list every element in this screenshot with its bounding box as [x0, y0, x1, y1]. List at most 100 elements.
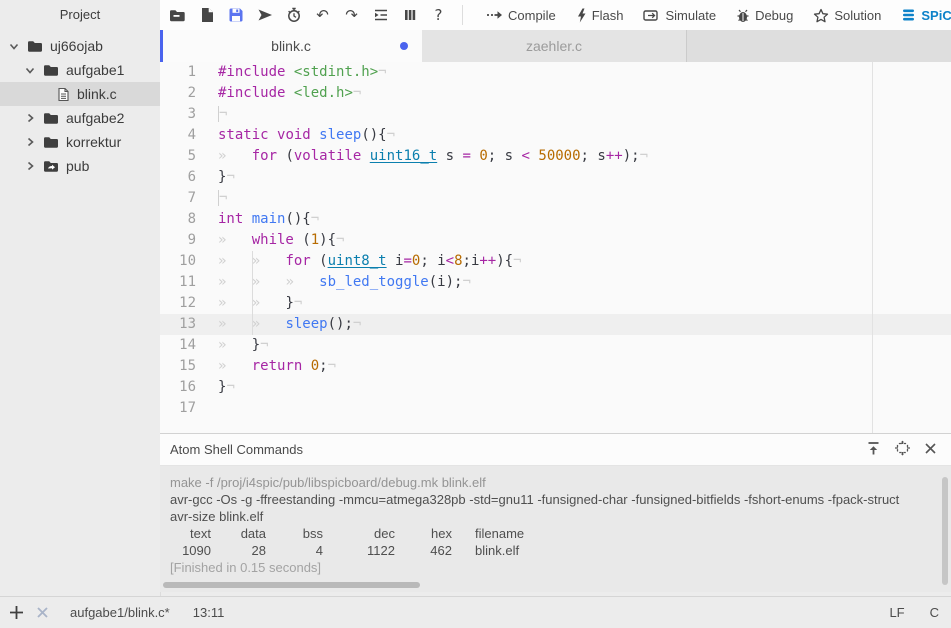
code-line[interactable]: 9» while (1){¬: [160, 230, 951, 251]
code-line[interactable]: 10 » » for (uint8_t i=0; i<8;i++){¬: [160, 251, 951, 272]
tab-label: blink.c: [271, 38, 311, 54]
code-token: <: [522, 148, 530, 164]
debug-button[interactable]: Debug: [736, 8, 793, 23]
code-line[interactable]: 8int main(){¬: [160, 209, 951, 230]
code-text: » » }¬: [218, 293, 302, 314]
close-terminal-button[interactable]: [35, 605, 50, 620]
code-token: ;i: [463, 253, 480, 269]
line-number[interactable]: 7: [160, 188, 196, 209]
line-number[interactable]: 16: [160, 377, 196, 398]
code-line[interactable]: 12 » » }¬: [160, 293, 951, 314]
columns-button[interactable]: [401, 6, 418, 24]
line-number[interactable]: 13: [160, 314, 196, 335]
code-line[interactable]: 15» return 0;¬: [160, 356, 951, 377]
line-number[interactable]: 10: [160, 251, 196, 272]
tree-item-uj66ojab[interactable]: uj66ojab: [0, 34, 160, 58]
tree-item-aufgabe1[interactable]: aufgabe1: [0, 58, 160, 82]
line-number[interactable]: 5: [160, 146, 196, 167]
code-line[interactable]: 13» » sleep();¬: [160, 314, 951, 335]
debug-icon: [736, 8, 750, 23]
help-button[interactable]: ?: [430, 6, 447, 24]
code-token: ; i: [420, 253, 445, 269]
code-line[interactable]: 17: [160, 398, 951, 419]
line-number[interactable]: 1: [160, 62, 196, 83]
code-token: ¬: [353, 85, 361, 101]
line-number[interactable]: 15: [160, 356, 196, 377]
code-line[interactable]: 4static void sleep(){¬: [160, 125, 951, 146]
line-number[interactable]: 11: [160, 272, 196, 293]
indent-button[interactable]: [372, 6, 389, 24]
run-button[interactable]: [256, 6, 273, 24]
new-file-button[interactable]: [198, 6, 215, 24]
simulate-button[interactable]: Simulate: [643, 8, 716, 23]
code-token: #include: [218, 85, 285, 101]
undo-button[interactable]: ↶: [314, 6, 331, 24]
horizontal-scrollbar[interactable]: [163, 582, 420, 588]
current-file-path[interactable]: aufgabe1/blink.c*: [70, 605, 170, 620]
code-text: » » for (uint8_t i=0; i<8;i++){¬: [218, 251, 522, 272]
code-token: »: [218, 337, 252, 353]
toolbar-divider: [462, 5, 463, 25]
code-token: );: [623, 148, 640, 164]
code-line[interactable]: 1#include <stdint.h>¬: [160, 62, 951, 83]
tree-item-blink-c[interactable]: blink.c: [0, 82, 160, 106]
code-line[interactable]: 11» » » sb_led_toggle(i);¬: [160, 272, 951, 293]
spicboard-button[interactable]: SPiCboard: [901, 8, 951, 23]
line-number[interactable]: 14: [160, 335, 196, 356]
code-token: »: [218, 358, 252, 374]
tab-blink-c[interactable]: blink.c: [160, 30, 422, 62]
code-line[interactable]: 16}¬: [160, 377, 951, 398]
line-number[interactable]: 12: [160, 293, 196, 314]
solution-button[interactable]: Solution: [813, 8, 881, 23]
scroll-to-top-button[interactable]: [866, 441, 881, 459]
line-number[interactable]: 8: [160, 209, 196, 230]
vertical-scrollbar[interactable]: [942, 477, 948, 585]
add-terminal-button[interactable]: [8, 604, 25, 621]
compile-button[interactable]: Compile: [486, 8, 556, 23]
tab-bar: blink.c zaehler.c: [160, 30, 951, 62]
tree-item-korrektur[interactable]: korrektur: [0, 130, 160, 154]
code-token: (){: [361, 127, 386, 143]
line-number[interactable]: 6: [160, 167, 196, 188]
timer-button[interactable]: [285, 6, 302, 24]
code-line[interactable]: 6 }¬: [160, 167, 951, 188]
code-line[interactable]: 3¬: [160, 104, 951, 125]
tree-item-aufgabe2[interactable]: aufgabe2: [0, 106, 160, 130]
line-ending-indicator[interactable]: LF: [889, 605, 904, 620]
grammar-indicator[interactable]: C: [930, 605, 939, 620]
code-token: i: [387, 253, 404, 269]
code-token: <stdint.h>: [294, 64, 378, 80]
line-number[interactable]: 4: [160, 125, 196, 146]
code-line[interactable]: 14» }¬: [160, 335, 951, 356]
folder-shared-icon: [43, 159, 59, 173]
code-editor[interactable]: 1#include <stdint.h>¬2#include <led.h>¬3…: [160, 62, 951, 434]
tab-zaehler-c[interactable]: zaehler.c: [422, 30, 687, 62]
terminal-output[interactable]: make -f /proj/i4spic/pub/libspicboard/de…: [160, 466, 951, 592]
code-token: [361, 148, 369, 164]
code-token: [302, 358, 310, 374]
redo-button[interactable]: ↷: [343, 6, 360, 24]
flash-button[interactable]: Flash: [576, 8, 624, 23]
code-token: uint8_t: [328, 253, 387, 269]
save-button[interactable]: [227, 6, 244, 24]
flash-icon: [576, 8, 587, 23]
code-line[interactable]: 2#include <led.h>¬: [160, 83, 951, 104]
tree-item-pub[interactable]: pub: [0, 154, 160, 178]
line-number[interactable]: 9: [160, 230, 196, 251]
open-folder-icon: [169, 8, 186, 23]
close-panel-button[interactable]: [924, 442, 937, 458]
code-token: »: [252, 253, 286, 269]
cursor-position[interactable]: 13:11: [193, 605, 225, 620]
code-token: (: [294, 232, 311, 248]
open-folder-button[interactable]: [169, 6, 186, 24]
code-token: ¬: [513, 253, 521, 269]
dock-button[interactable]: [894, 440, 911, 459]
code-token: ();: [328, 316, 353, 332]
line-number[interactable]: 3: [160, 104, 196, 125]
code-text: }¬: [218, 167, 235, 188]
modified-dot-icon[interactable]: [400, 42, 408, 50]
code-line[interactable]: 5» for (volatile uint16_t s = 0; s < 500…: [160, 146, 951, 167]
line-number[interactable]: 2: [160, 83, 196, 104]
line-number[interactable]: 17: [160, 398, 196, 419]
code-line[interactable]: 7¬: [160, 188, 951, 209]
